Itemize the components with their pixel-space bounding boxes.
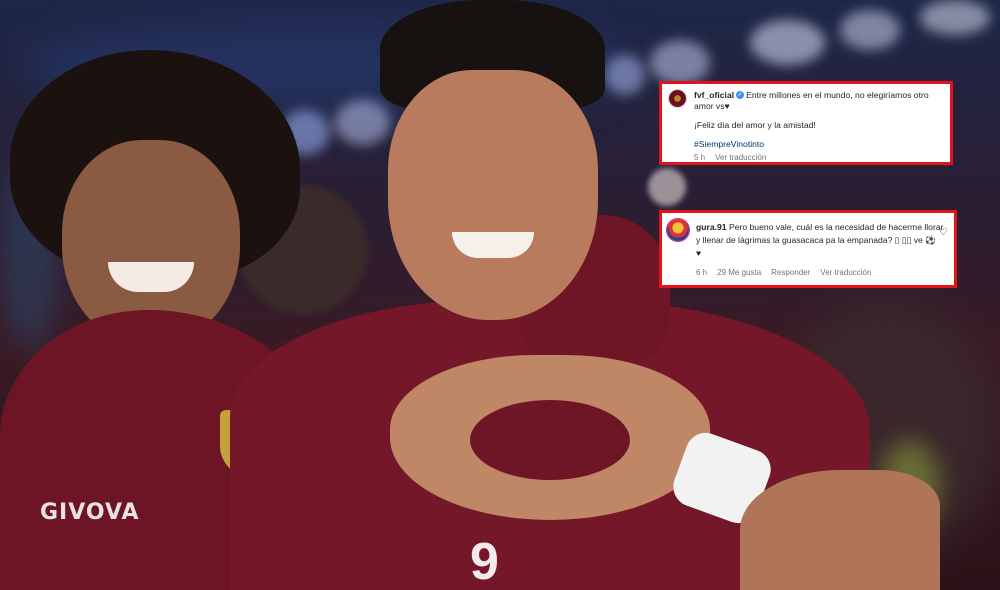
reply-translate-link[interactable]: Ver traducción (820, 268, 871, 277)
reply-button[interactable]: Responder (771, 268, 810, 277)
post-caption-card: fvf_oficial ✓ Entre millones en el mundo, … (659, 81, 953, 165)
caption-text-line1: Entre millones en el mundo, no elegiríam… (746, 90, 929, 100)
caption-text-line2: amor vs♥ (694, 101, 730, 111)
reply-text-line2: y llenar de lágrimas la guasacaca pa la … (696, 235, 936, 245)
reply-likes-count[interactable]: 29 Me gusta (717, 268, 761, 277)
reply-username[interactable]: gura.91 (696, 222, 727, 232)
reply-text-line3: ♥ (696, 248, 702, 258)
post-meta-row: 5 h Ver traducción (694, 152, 776, 163)
like-heart-icon[interactable]: ♡ (939, 227, 948, 238)
gura-avatar[interactable] (667, 219, 689, 241)
post-translate-link[interactable]: Ver traducción (715, 153, 766, 162)
reply-meta-row: 6 h 29 Me gusta Responder Ver traducción (696, 267, 881, 278)
reply-text-line1: Pero bueno vale, cuál es la necesidad de… (728, 222, 944, 232)
post-time: 5 h (694, 153, 706, 162)
post-username[interactable]: fvf_oficial (694, 90, 734, 100)
caption-first-line: fvf_oficial ✓ Entre millones en el mundo, … (694, 90, 929, 101)
reply-comment-card: gura.91 Pero bueno vale, cuál es la nece… (659, 210, 957, 288)
verified-badge-icon: ✓ (736, 91, 745, 100)
reply-first-line: gura.91 Pero bueno vale, cuál es la nece… (696, 222, 943, 233)
reply-time: 6 h (696, 268, 708, 277)
hashtag-link[interactable]: #SiempreVinotinto (694, 139, 764, 150)
caption-text-line3: ¡Feliz día del amor y la amistad! (694, 120, 816, 130)
fvf-avatar[interactable] (669, 90, 686, 107)
